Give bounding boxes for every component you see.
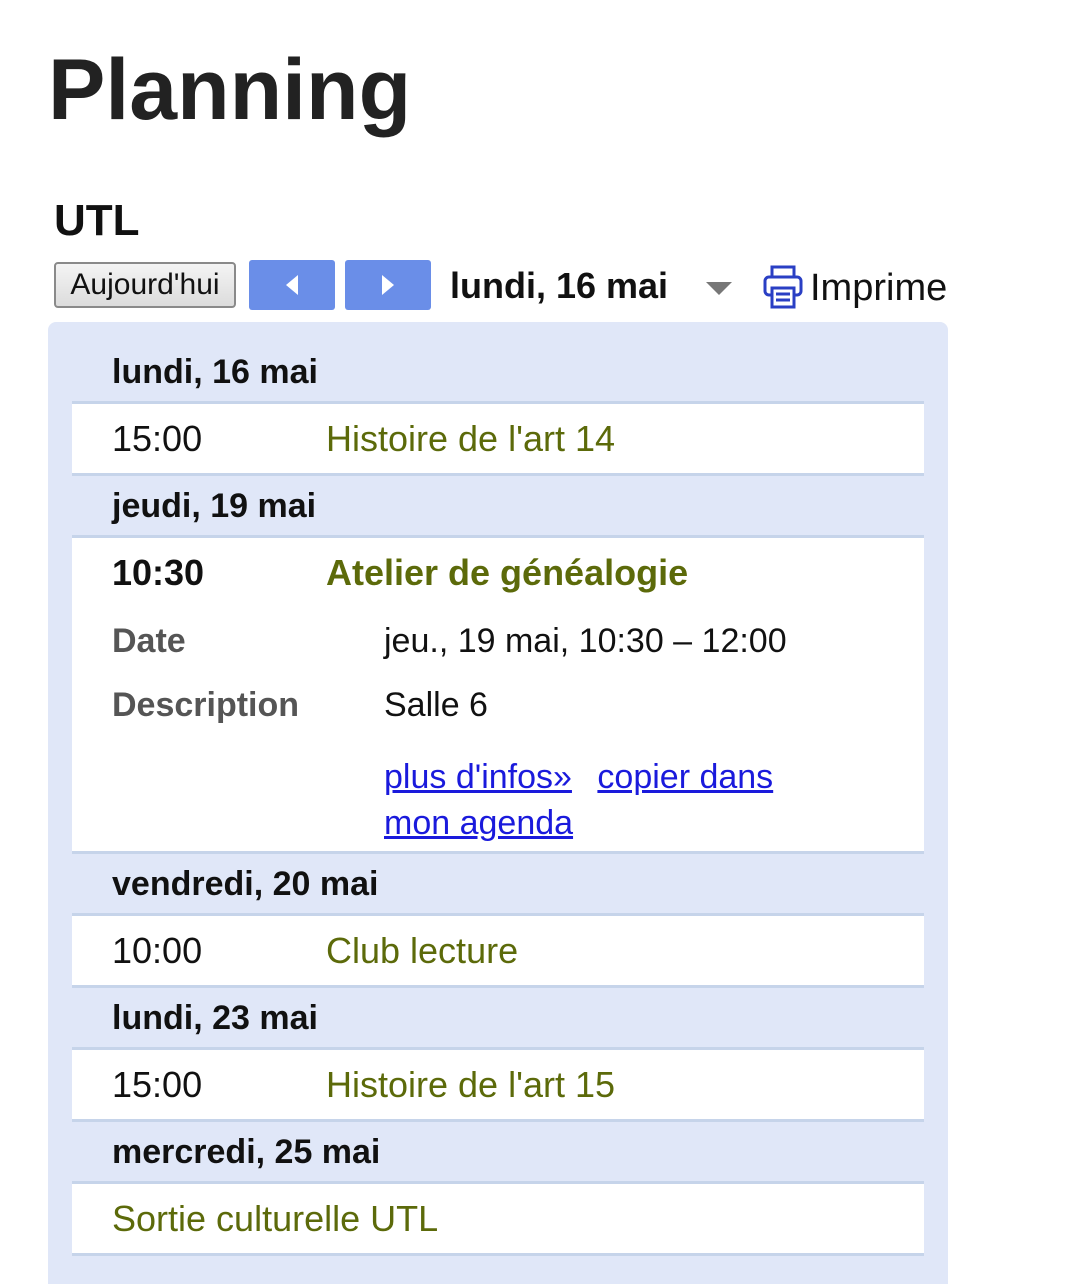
printer-icon: [763, 265, 803, 309]
page-title: Planning: [48, 42, 412, 138]
next-button[interactable]: [345, 260, 431, 310]
day-header: lundi, 23 mai: [72, 988, 924, 1050]
print-label: Imprimer: [810, 267, 948, 309]
chevron-left-icon: [286, 275, 298, 295]
event-title[interactable]: Atelier de généalogie: [326, 552, 688, 594]
event-time: 15:00: [112, 1064, 203, 1105]
date-range-dropdown[interactable]: [704, 278, 734, 298]
agenda-list: lundi, 16 mai 15:00 Histoire de l'art 14…: [72, 342, 924, 1256]
day-header: jeudi, 19 mai: [72, 476, 924, 538]
calendar-title: UTL: [54, 196, 140, 245]
event-description-label: Description: [112, 686, 300, 724]
page: Planning UTL Aujourd'hui lundi, 16 mai I…: [0, 0, 1080, 1284]
event-time: 15:00: [112, 418, 203, 459]
event-title[interactable]: Histoire de l'art 14: [326, 418, 615, 460]
date-range-label: lundi, 16 mai: [450, 265, 669, 306]
day-header: vendredi, 20 mai: [72, 854, 924, 916]
day-header: lundi, 16 mai: [72, 342, 924, 404]
event-row[interactable]: 10:00 Club lecture: [72, 916, 924, 988]
event-row[interactable]: 15:00 Histoire de l'art 14: [72, 404, 924, 476]
event-row[interactable]: Sortie culturelle UTL: [72, 1184, 924, 1256]
event-title[interactable]: Sortie culturelle UTL: [112, 1198, 438, 1240]
day-header: mercredi, 25 mai: [72, 1122, 924, 1184]
event-row-expanded: 10:30 Atelier de généalogie Date jeu., 1…: [72, 538, 924, 854]
calendar-toolbar: Aujourd'hui lundi, 16 mai Imprimer: [54, 260, 948, 312]
agenda-panel: lundi, 16 mai 15:00 Histoire de l'art 14…: [48, 322, 948, 1284]
event-row[interactable]: 15:00 Histoire de l'art 15: [72, 1050, 924, 1122]
chevron-right-icon: [382, 275, 394, 295]
event-date-label: Date: [112, 622, 186, 660]
event-title[interactable]: Club lecture: [326, 930, 518, 972]
previous-button[interactable]: [249, 260, 335, 310]
event-time: 10:30: [112, 552, 205, 593]
event-description-value: Salle 6: [384, 686, 488, 724]
caret-down-icon: [706, 282, 732, 295]
event-title[interactable]: Histoire de l'art 15: [326, 1064, 615, 1106]
today-button[interactable]: Aujourd'hui: [54, 262, 236, 308]
event-time: 10:00: [112, 930, 203, 971]
event-date-value: jeu., 19 mai, 10:30 – 12:00: [384, 622, 787, 660]
more-info-link[interactable]: plus d'infos»: [384, 758, 572, 796]
event-links: plus d'infos» copier dans mon agenda: [384, 754, 844, 846]
